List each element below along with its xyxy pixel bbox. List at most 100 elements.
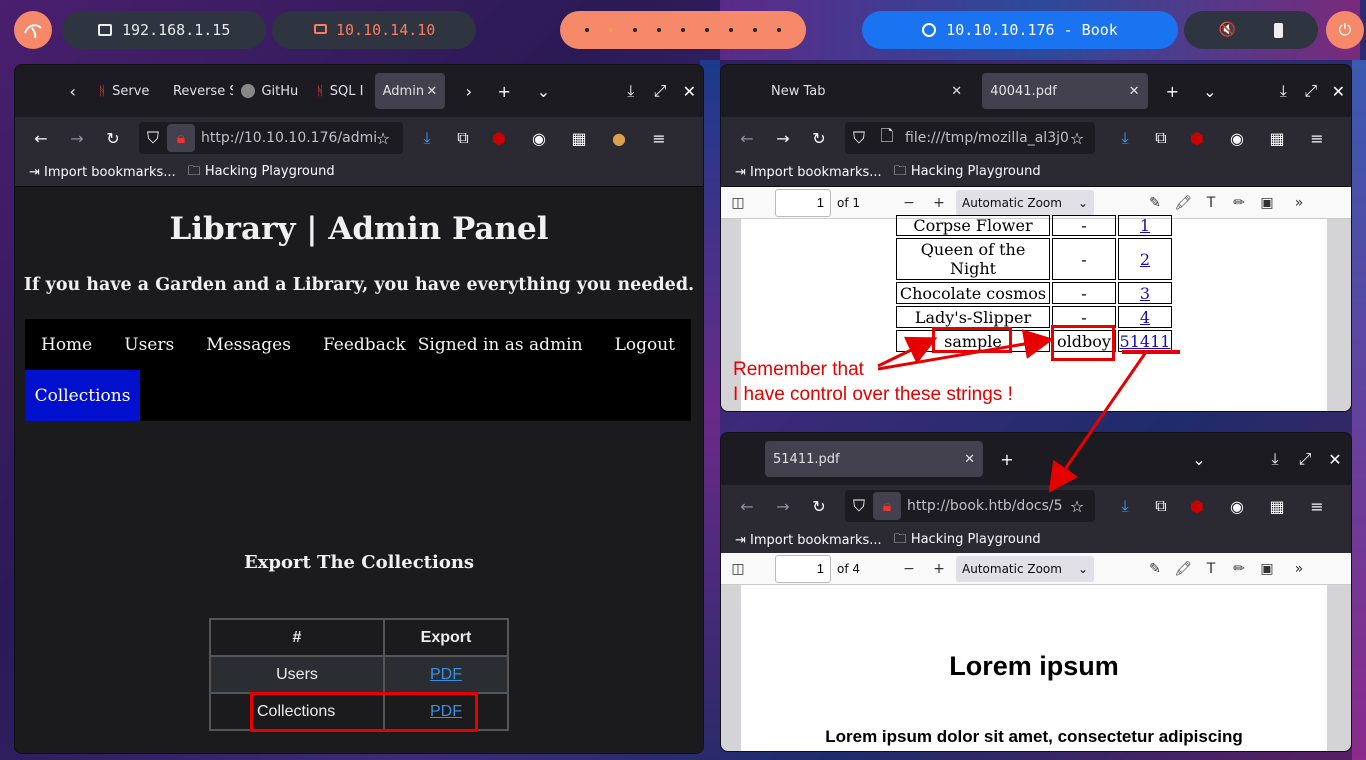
nav-home[interactable]: Home: [41, 335, 92, 355]
workspace-switcher[interactable]: [560, 11, 806, 49]
zoom-select[interactable]: Automatic Zoom ⌄: [956, 189, 1095, 216]
tab-scroll-right-icon[interactable]: ›: [455, 77, 482, 105]
new-tab-icon[interactable]: +: [993, 445, 1021, 473]
page-number-input[interactable]: [775, 554, 831, 583]
back-icon[interactable]: ←: [733, 492, 761, 520]
nav-users[interactable]: Users: [124, 335, 174, 355]
ublock-icon[interactable]: ⬢: [1183, 492, 1211, 520]
zoom-in-icon[interactable]: +: [926, 556, 952, 582]
forward-icon[interactable]: →: [769, 124, 797, 152]
mute-icon[interactable]: 🔇: [1219, 22, 1236, 38]
highlight-icon[interactable]: 🖍︎: [1170, 556, 1196, 582]
new-tab-icon[interactable]: +: [1160, 77, 1186, 105]
text-icon[interactable]: T: [1198, 190, 1224, 216]
image-icon[interactable]: ▣: [1254, 190, 1280, 216]
sidebar-toggle-icon[interactable]: ◫: [725, 556, 751, 582]
text-icon[interactable]: T: [1198, 556, 1224, 582]
zoom-out-icon[interactable]: −: [896, 190, 922, 216]
back-icon[interactable]: ←: [27, 124, 55, 152]
import-bookmarks[interactable]: ⇥ Import bookmarks...: [29, 165, 176, 180]
import-bookmarks[interactable]: ⇥ Import bookmarks...: [735, 165, 882, 180]
close-tab-icon[interactable]: ✕: [951, 84, 962, 99]
menu-icon[interactable]: ≡: [645, 124, 673, 152]
url-bar[interactable]: ⛉ 🔒︎ http://book.htb/docs/5: [845, 490, 1095, 522]
close-window-icon[interactable]: ✕: [1326, 77, 1351, 105]
nav-feedback[interactable]: Feedback: [323, 335, 406, 355]
downloads-icon[interactable]: ⤓: [413, 124, 441, 152]
qr-code-icon[interactable]: ▦: [565, 124, 593, 152]
tab-admin[interactable]: Admin ✕: [374, 73, 446, 109]
users-pdf-link[interactable]: PDF: [430, 666, 462, 683]
draw-icon[interactable]: ✏: [1226, 556, 1252, 582]
maximize-icon[interactable]: ⤢: [646, 77, 673, 105]
close-window-icon[interactable]: ✕: [1321, 445, 1349, 473]
zoom-in-icon[interactable]: +: [926, 190, 952, 216]
doc-link-1[interactable]: 1: [1140, 216, 1150, 235]
tab-github[interactable]: GitHu: [233, 73, 308, 109]
more-tools-icon[interactable]: »: [1286, 190, 1312, 216]
minimize-icon[interactable]: ⤓: [1261, 445, 1289, 473]
zoom-select[interactable]: Automatic Zoom ⌄: [956, 555, 1095, 582]
minimize-icon[interactable]: ⤓: [1271, 77, 1297, 105]
highlight-icon[interactable]: 🖍︎: [1170, 190, 1196, 216]
tab-51411-pdf[interactable]: 51411.pdf ✕: [765, 441, 983, 477]
tab-serve[interactable]: ᚻ Serve: [90, 73, 159, 109]
tab-list-icon[interactable]: ⌄: [1197, 77, 1223, 105]
reload-icon[interactable]: ↻: [805, 492, 833, 520]
tab-reverse[interactable]: Reverse S: [159, 73, 234, 109]
extensions-icon[interactable]: ⧉: [449, 124, 477, 152]
reload-icon[interactable]: ↻: [99, 124, 127, 152]
sign-icon[interactable]: ✎: [1142, 190, 1168, 216]
hackbar-icon[interactable]: ◉: [1223, 492, 1251, 520]
hackbar-icon[interactable]: ◉: [1223, 124, 1251, 152]
back-icon[interactable]: ←: [733, 124, 761, 152]
close-tab-icon[interactable]: ✕: [426, 84, 437, 99]
url-bar[interactable]: ⛉ 🗋 file:///tmp/mozilla_al3j0: [845, 122, 1095, 154]
tab-sqli[interactable]: ᚻ SQL I: [308, 73, 375, 109]
maximize-icon[interactable]: ⤢: [1298, 77, 1324, 105]
doc-link-4[interactable]: 4: [1140, 308, 1150, 327]
launcher-button[interactable]: [14, 11, 52, 49]
bookmark-hacking-playground[interactable]: 🗀 Hacking Playground: [894, 530, 1041, 552]
tab-40041-pdf[interactable]: 40041.pdf ✕: [982, 73, 1148, 109]
menu-icon[interactable]: ≡: [1303, 492, 1331, 520]
nav-logout[interactable]: Logout: [615, 335, 675, 355]
extensions-icon[interactable]: ⧉: [1147, 124, 1175, 152]
close-window-icon[interactable]: ✕: [676, 77, 703, 105]
qr-code-icon[interactable]: ▦: [1263, 124, 1291, 152]
close-tab-icon[interactable]: ✕: [964, 452, 975, 467]
more-tools-icon[interactable]: »: [1286, 556, 1312, 582]
minimize-icon[interactable]: ⤓: [617, 77, 644, 105]
extensions-icon[interactable]: ⧉: [1147, 492, 1175, 520]
bookmark-star-icon[interactable]: ☆: [1063, 124, 1091, 152]
sign-icon[interactable]: ✎: [1142, 556, 1168, 582]
ublock-icon[interactable]: ⬢: [1183, 124, 1211, 152]
new-tab-icon[interactable]: +: [491, 77, 518, 105]
sidebar-toggle-icon[interactable]: ◫: [725, 190, 751, 216]
reload-icon[interactable]: ↻: [805, 124, 833, 152]
forward-icon[interactable]: →: [769, 492, 797, 520]
close-tab-icon[interactable]: ✕: [1129, 84, 1140, 99]
url-bar[interactable]: ⛉ 🔒︎ http://10.10.10.176/admi: [139, 122, 403, 154]
page-number-input[interactable]: [775, 188, 831, 217]
nav-messages[interactable]: Messages: [206, 335, 291, 355]
bookmark-hacking-playground[interactable]: 🗀 Hacking Playground: [188, 162, 335, 184]
tab-new-tab[interactable]: New Tab ✕: [763, 73, 970, 109]
qr-code-icon[interactable]: ▦: [1263, 492, 1291, 520]
bookmark-hacking-playground[interactable]: 🗀 Hacking Playground: [894, 162, 1041, 184]
power-button[interactable]: ⏻: [1326, 11, 1364, 49]
ublock-icon[interactable]: ⬢: [485, 124, 513, 152]
draw-icon[interactable]: ✏: [1226, 190, 1252, 216]
doc-link-3[interactable]: 3: [1140, 284, 1150, 303]
tab-scroll-left-icon[interactable]: ‹: [59, 77, 86, 105]
image-icon[interactable]: ▣: [1254, 556, 1280, 582]
bookmark-star-icon[interactable]: ☆: [1063, 492, 1091, 520]
import-bookmarks[interactable]: ⇥ Import bookmarks...: [735, 533, 882, 548]
tab-list-icon[interactable]: ⌄: [530, 77, 557, 105]
downloads-icon[interactable]: ⤓: [1111, 492, 1139, 520]
hackbar-icon[interactable]: ◉: [525, 124, 553, 152]
tab-list-icon[interactable]: ⌄: [1185, 445, 1213, 473]
doc-link-51411[interactable]: 51411: [1120, 332, 1171, 351]
maximize-icon[interactable]: ⤢: [1291, 445, 1319, 473]
cookie-icon[interactable]: ●: [605, 124, 633, 152]
